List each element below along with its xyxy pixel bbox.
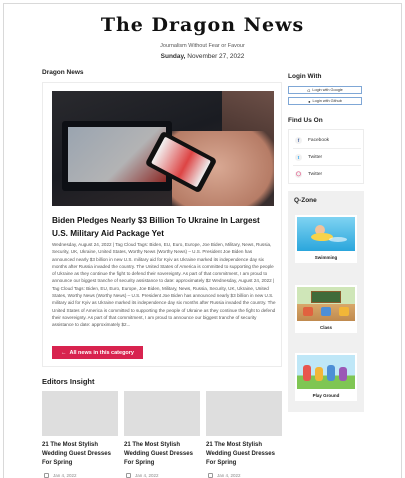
login-github-label: Login with Github <box>312 99 342 103</box>
login-google-button[interactable]: G Login with Google <box>288 86 362 94</box>
login-google-label: Login with Google <box>312 88 343 92</box>
class-image <box>297 287 355 321</box>
login-github-button[interactable]: ● Login with Github <box>288 97 362 105</box>
article-body: Wednesday, August 24, 2022 | Tag Cloud T… <box>52 242 276 328</box>
all-news-button[interactable]: ← All news in this category <box>52 346 143 359</box>
editor-card-title[interactable]: 21 The Most Stylish Wedding Guest Dresse… <box>124 441 204 467</box>
arrow-left-icon: ← <box>61 349 67 356</box>
editor-card-title[interactable]: 21 The Most Stylish Wedding Guest Dresse… <box>42 441 122 467</box>
editor-card-date-text: Jan 4, 2022 <box>135 473 159 478</box>
qzone-card-swimming[interactable]: Swimming <box>295 215 357 263</box>
featured-article: Biden Pledges Nearly $3 Billion To Ukrai… <box>42 82 282 367</box>
instagram-icon: ◯ <box>295 170 302 178</box>
section-title: Dragon News <box>42 69 84 76</box>
calendar-icon <box>126 473 131 478</box>
find-us-title: Find Us On <box>288 117 323 124</box>
playground-image <box>297 355 355 389</box>
editor-card-image[interactable] <box>206 391 282 436</box>
q-zone-title: Q-Zone <box>294 197 317 204</box>
date-rest: November 27, 2022 <box>187 53 245 60</box>
editor-card-date: Jan 4, 2022 <box>208 473 241 478</box>
qzone-label: Swimming <box>314 255 338 260</box>
all-news-label: All news in this category <box>69 349 135 356</box>
github-icon: ● <box>308 98 311 104</box>
qzone-label: Class <box>319 325 332 330</box>
editor-card-date: Jan 4, 2022 <box>126 473 159 478</box>
calendar-icon <box>208 473 213 478</box>
social-link-twitter[interactable]: t Twitter <box>295 151 322 163</box>
qzone-card-class[interactable]: Class <box>295 285 357 333</box>
article-image[interactable] <box>52 91 274 206</box>
masthead: The Dragon News Journalism Without Fear … <box>0 14 405 60</box>
calendar-icon <box>44 473 49 478</box>
divider <box>293 165 361 166</box>
editor-card-date-text: Jan 4, 2022 <box>53 473 77 478</box>
qzone-card-playground[interactable]: Play Ground <box>295 353 357 401</box>
editor-card-date: Jan 4, 2022 <box>44 473 77 478</box>
social-label: Twitter <box>308 154 323 160</box>
date-day: Sunday, <box>160 53 186 60</box>
article-headline[interactable]: Biden Pledges Nearly $3 Billion To Ukrai… <box>52 214 277 240</box>
editor-card-date-text: Jan 4, 2022 <box>217 473 241 478</box>
divider <box>293 148 361 149</box>
social-link-instagram[interactable]: ◯ Twitter <box>295 168 322 180</box>
facebook-icon: f <box>295 136 302 144</box>
twitter-icon: t <box>295 153 302 161</box>
social-label: Facebook <box>308 137 330 143</box>
site-title[interactable]: The Dragon News <box>0 14 405 36</box>
editor-card-title[interactable]: 21 The Most Stylish Wedding Guest Dresse… <box>206 441 286 467</box>
social-link-facebook[interactable]: f Facebook <box>295 134 329 146</box>
editor-card-image[interactable] <box>42 391 118 436</box>
login-title: Login With <box>288 73 322 80</box>
editor-card-image[interactable] <box>124 391 200 436</box>
qzone-label: Play Ground <box>312 393 340 398</box>
social-links: f Facebook t Twitter ◯ Twitter <box>288 129 364 184</box>
site-tagline: Journalism Without Fear or Favour <box>160 43 245 49</box>
current-date: Sunday, November 27, 2022 <box>0 53 405 60</box>
google-icon: G <box>307 87 311 93</box>
editors-insight-title: Editors Insight <box>42 377 95 386</box>
q-zone: Q-Zone Swimming Class Play Ground <box>288 191 364 412</box>
social-label: Twitter <box>308 171 323 177</box>
swimming-image <box>297 217 355 251</box>
